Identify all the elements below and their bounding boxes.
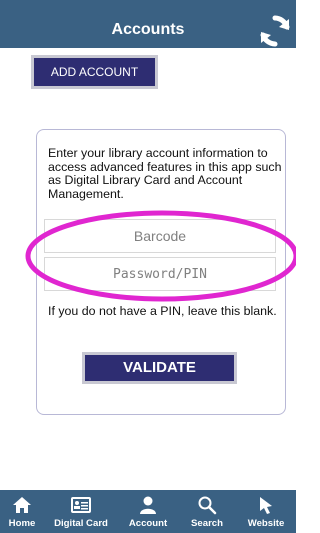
page-title: Accounts — [111, 21, 185, 38]
nav-digital-card[interactable]: Digital Card — [44, 490, 118, 533]
nav-label-account: Account — [128, 518, 168, 529]
nav-label-home: Home — [8, 518, 36, 529]
nav-label-digital-card: Digital Card — [54, 518, 108, 529]
nav-search[interactable]: Search — [178, 490, 236, 533]
nav-label-website: Website — [247, 518, 285, 529]
person-icon — [140, 496, 156, 514]
refresh-icon[interactable] — [258, 14, 292, 48]
nav-website[interactable]: Website — [236, 490, 296, 533]
bottom-nav: Home Digital Card Account Search Website — [0, 490, 296, 533]
search-icon — [198, 496, 217, 515]
pointer-icon — [260, 497, 272, 514]
nav-label-search: Search — [191, 518, 223, 529]
password-input[interactable] — [44, 257, 276, 291]
card-icon — [71, 497, 91, 513]
nav-account[interactable]: Account — [118, 490, 178, 533]
barcode-input[interactable] — [44, 219, 276, 253]
home-icon — [13, 497, 31, 513]
header-bar: Accounts — [0, 0, 296, 48]
pin-note-text: If you do not have a PIN, leave this bla… — [48, 304, 277, 318]
login-intro-text: Enter your library account information t… — [48, 146, 282, 201]
validate-button[interactable]: VALIDATE — [82, 352, 237, 384]
nav-home[interactable]: Home — [0, 490, 44, 533]
add-account-button[interactable]: ADD ACCOUNT — [31, 55, 158, 89]
app-root: Accounts ADD ACCOUNT Enter your library … — [0, 0, 296, 533]
